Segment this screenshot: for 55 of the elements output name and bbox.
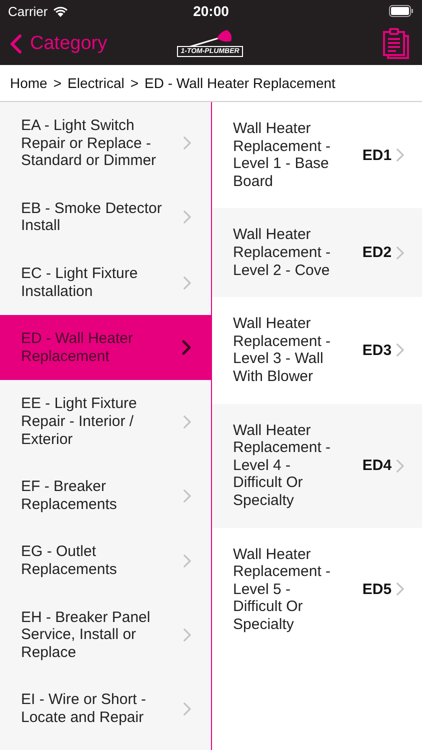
category-item[interactable]: EF - Breaker Replacements (0, 463, 211, 528)
category-item[interactable]: EC - Light Fixture Installation (0, 250, 211, 316)
chevron-icon (182, 340, 191, 356)
back-button[interactable]: Category (10, 32, 120, 54)
category-item[interactable]: EI - Wire or Short - Locate and Repair (0, 676, 211, 742)
breadcrumb-link[interactable]: Home (10, 75, 48, 91)
chevron-icon (182, 488, 191, 503)
chevron-icon (182, 136, 191, 150)
wifi-icon (52, 6, 68, 16)
category-label: EH - Breaker Panel Service, Install or Replace (21, 608, 152, 662)
category-label: ED - Wall Heater Replacement (21, 330, 134, 366)
clipboard-icon (382, 28, 410, 60)
breadcrumb-separator: > (53, 75, 62, 91)
service-code: ED2 (361, 244, 392, 262)
chevron-icon (182, 210, 191, 224)
category-label: EG - Outlet Replacements (21, 543, 118, 578)
service-title: Wall Heater Replacement - Level 5 - Difficult Or Specialty (233, 546, 332, 634)
clock-time: 20:00 (192, 3, 230, 19)
category-item[interactable]: EB - Smoke Detector Install (0, 184, 211, 250)
service-title: Wall Heater Replacement - Level 2 - Cove (233, 226, 332, 280)
category-item[interactable]: EE - Light Fixture Repair - Interior / Exterior (0, 380, 211, 464)
category-label: EA - Light Switch Repair or Replace - Standard or Dimmer (21, 117, 158, 170)
category-item[interactable]: EA - Light Switch Repair or Replace - Standard or Dimmer (0, 102, 211, 185)
carrier-label: Carrier (8, 4, 48, 18)
category-label: EB - Smoke Detector Install (21, 200, 163, 235)
chevron-icon (182, 276, 191, 290)
breadcrumb-link[interactable]: Electrical (68, 75, 124, 91)
breadcrumb-link[interactable]: ED - Wall Heater Replacement (144, 75, 336, 91)
service-code: ED5 (361, 580, 392, 598)
service-code: ED4 (361, 457, 392, 474)
service-title: Wall Heater Replacement - Level 4 - Difficult Or Specialty (233, 422, 332, 510)
category-label: EC - Light Fixture Installation (21, 264, 139, 300)
category-label: EF - Breaker Replacements (21, 478, 118, 514)
chevron-icon (182, 702, 191, 716)
service-row[interactable]: Wall Heater Replacement - Level 4 - Difficult Or Specialty ED4 (212, 404, 422, 528)
chevron-icon (396, 246, 404, 260)
service-code: ED3 (361, 342, 392, 359)
service-row[interactable]: Wall Heater Replacement - Level 2 - Cove ED2 (212, 208, 422, 298)
chevron-icon (396, 582, 404, 596)
category-label: EE - Light Fixture Repair - Interior / Exterior (21, 395, 138, 448)
battery-icon (388, 5, 414, 17)
category-item[interactable]: EG - Outlet Replacements (0, 528, 211, 594)
service-code: ED1 (361, 146, 392, 164)
chevron-icon (182, 628, 191, 642)
chevron-icon (182, 554, 191, 568)
chevron-icon (396, 148, 404, 162)
category-label: EI - Wire or Short - Locate and Repair (21, 691, 148, 726)
chevron-icon (396, 458, 404, 473)
service-title: Wall Heater Replacement - Level 1 - Base Board (233, 120, 332, 190)
back-chevron-icon (10, 34, 22, 54)
service-title: Wall Heater Replacement - Level 3 - Wall With Blower (233, 315, 332, 386)
chevron-icon (182, 414, 191, 429)
category-item[interactable]: EH - Breaker Panel Service, Install or Replace (0, 594, 211, 676)
breadcrumb-separator: > (130, 75, 139, 91)
chevron-icon (396, 343, 404, 358)
